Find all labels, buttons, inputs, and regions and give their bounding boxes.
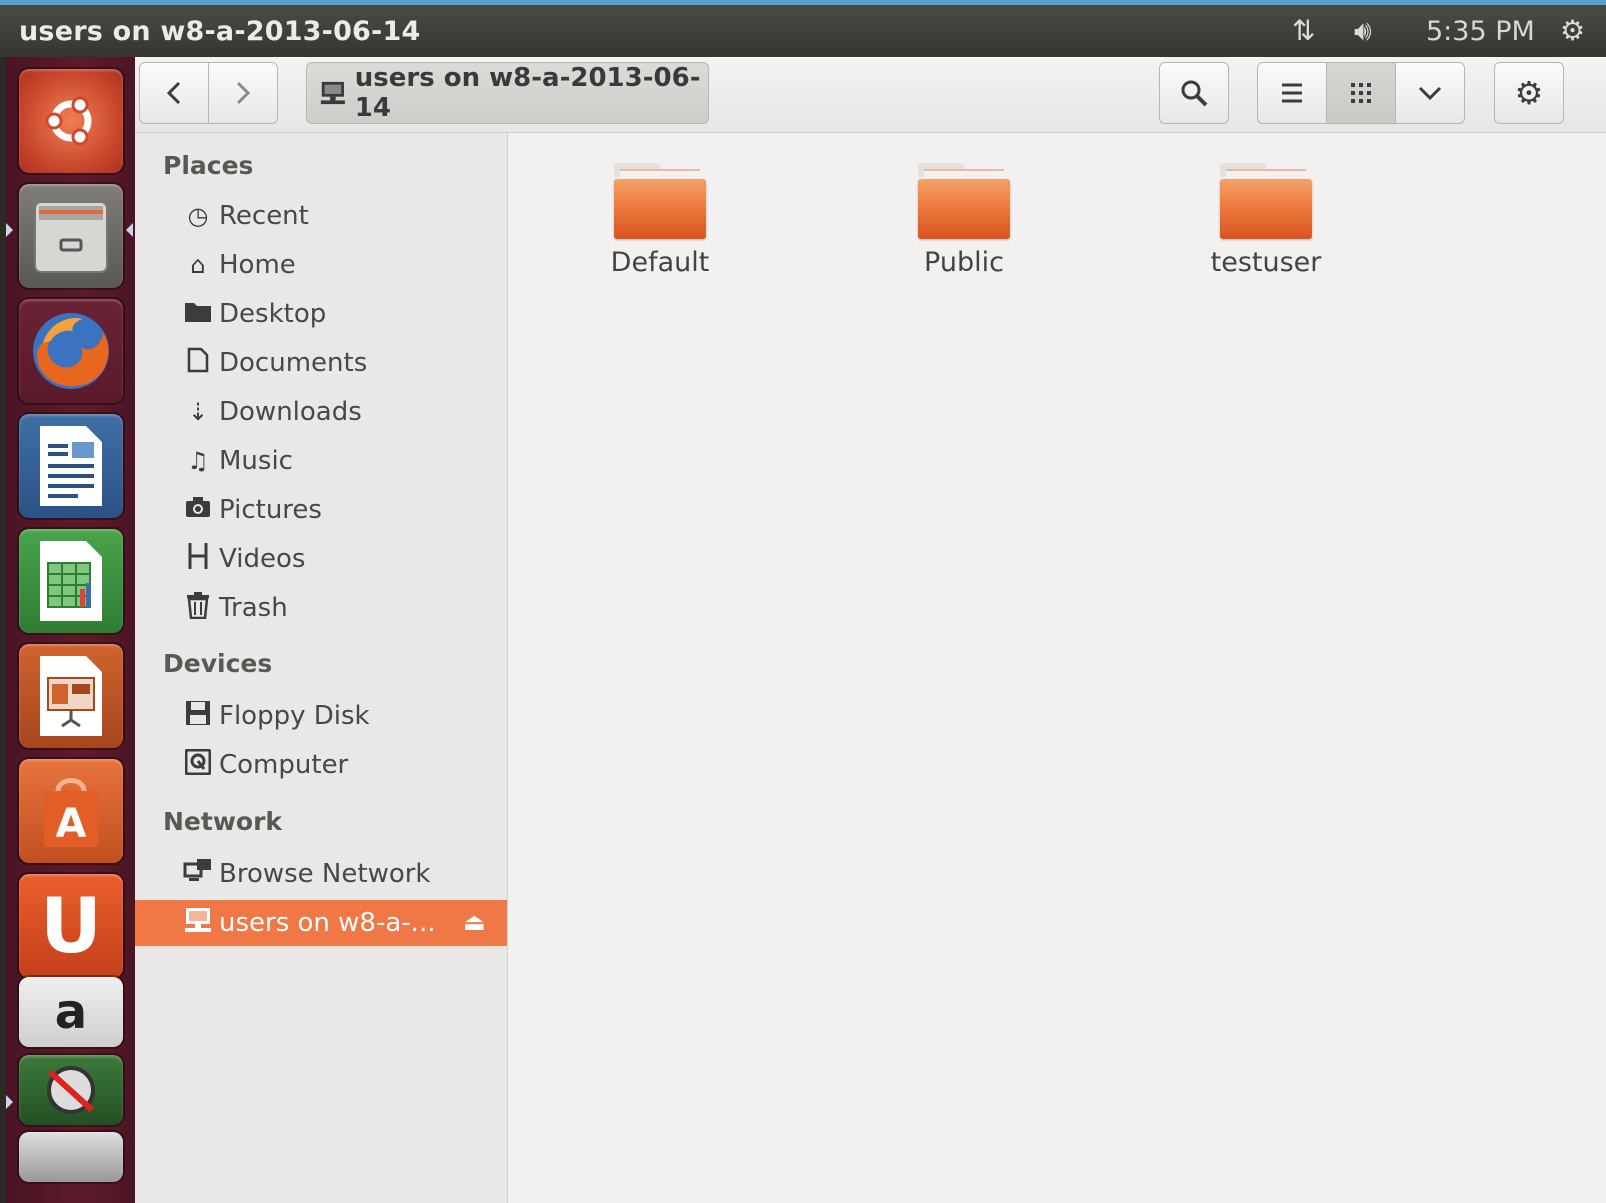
folder-label: Public (924, 247, 1004, 278)
folder-label: Default (610, 247, 710, 278)
places-header: Places (163, 151, 254, 180)
running-indicator (6, 1095, 13, 1109)
session-gear-icon[interactable]: ⚙ (1560, 14, 1585, 47)
sidebar-item-network-share[interactable]: users on w8-a-... ⏏ (135, 900, 507, 946)
network-icon (181, 858, 215, 890)
folder-icon (1220, 163, 1312, 239)
ubuntu-software-center-icon[interactable]: A (19, 759, 123, 863)
files-icon[interactable] (19, 184, 123, 288)
folder-icon (918, 163, 1010, 239)
grid-view-button[interactable] (1326, 62, 1396, 124)
view-options-button[interactable] (1395, 62, 1465, 124)
back-button[interactable] (139, 62, 209, 124)
download-icon: ⇣ (187, 398, 209, 426)
libreoffice-writer-icon[interactable] (19, 414, 123, 518)
harddisk-icon (181, 748, 215, 781)
focused-indicator (126, 223, 133, 237)
sidebar-item-documents[interactable]: Documents (135, 340, 507, 386)
sidebar-item-label: Trash (219, 593, 288, 623)
eject-icon[interactable]: ⏏ (463, 908, 486, 936)
window-title: users on w8-a-2013-06-14 (19, 16, 421, 47)
path-bar-button[interactable]: users on w8-a-2013-06-14 (306, 62, 709, 124)
chevron-right-icon (236, 81, 251, 105)
sidebar-item-trash[interactable]: Trash (135, 585, 507, 631)
forward-button[interactable] (208, 62, 278, 124)
libreoffice-impress-icon[interactable] (19, 644, 123, 748)
sidebar-item-computer[interactable]: Computer (135, 742, 507, 788)
sidebar-item-label: Music (219, 446, 293, 476)
grid-view-icon (1351, 83, 1371, 103)
sidebar-item-label: Desktop (219, 299, 327, 329)
folder-item[interactable]: testuser (1166, 163, 1366, 278)
sidebar-item-label: Computer (219, 750, 349, 780)
folder-icon (614, 163, 706, 239)
home-icon: ⌂ (190, 251, 206, 279)
launcher: A U a (0, 57, 135, 1203)
file-view: Default Public testuser (508, 133, 1606, 1203)
sidebar: Places ◷ Recent ⌂ Home Desktop Documents… (135, 133, 508, 1203)
sidebar-item-label: Documents (219, 348, 368, 378)
amazon-glyph: a (54, 984, 88, 1040)
network-share-icon (320, 81, 345, 105)
firefox-icon[interactable] (19, 299, 123, 403)
film-icon (181, 542, 215, 576)
software-glyph: A (56, 801, 87, 847)
list-view-icon (1282, 83, 1302, 103)
list-view-button[interactable] (1257, 62, 1327, 124)
chevron-left-icon (166, 81, 181, 105)
file-manager-window: users on w8-a-2013-06-14 ⚙ Places ◷ Rece… (135, 57, 1606, 1203)
folder-label: testuser (1210, 247, 1322, 278)
launcher-more-icon[interactable] (19, 1132, 123, 1182)
floppy-icon (181, 700, 215, 732)
gear-icon: ⚙ (1514, 74, 1544, 112)
ubuntu-one-icon[interactable]: U (19, 874, 123, 978)
sidebar-item-desktop[interactable]: Desktop (135, 291, 507, 337)
folder-item[interactable]: Public (864, 163, 1064, 278)
libreoffice-calc-icon[interactable] (19, 529, 123, 633)
network-updown-icon[interactable]: ⇅ (1292, 14, 1315, 47)
sidebar-item-label: Videos (219, 544, 306, 574)
settings-button[interactable]: ⚙ (1494, 62, 1564, 124)
sidebar-item-browse-network[interactable]: Browse Network (135, 851, 507, 897)
top-panel: users on w8-a-2013-06-14 ⇅ 🔊︎ 5:35 PM ⚙ (0, 0, 1606, 57)
volume-icon[interactable]: 🔊︎ (1354, 14, 1372, 48)
sidebar-item-music[interactable]: ♫ Music (135, 438, 507, 484)
network-share-icon (181, 906, 215, 940)
document-icon (181, 347, 215, 379)
sidebar-item-recent[interactable]: ◷ Recent (135, 193, 507, 239)
sidebar-item-label: Recent (219, 201, 309, 231)
camera-icon (181, 496, 215, 524)
ubuntu-one-glyph: U (40, 881, 102, 970)
chevron-down-icon (1418, 86, 1442, 101)
folder-icon (181, 299, 215, 329)
running-indicator (6, 223, 13, 237)
search-button[interactable] (1159, 62, 1229, 124)
network-header: Network (163, 807, 283, 836)
sidebar-item-videos[interactable]: Videos (135, 536, 507, 582)
sidebar-item-label: Floppy Disk (219, 701, 370, 731)
amazon-icon[interactable]: a (19, 977, 123, 1047)
search-icon (1181, 80, 1208, 107)
app-stack-icon[interactable] (19, 1055, 123, 1125)
sidebar-item-label: Pictures (219, 495, 322, 525)
sidebar-item-downloads[interactable]: ⇣ Downloads (135, 389, 507, 435)
clock-icon: ◷ (187, 202, 209, 230)
dash-home-icon[interactable] (19, 69, 123, 173)
sidebar-item-label: users on w8-a-... (219, 908, 436, 938)
sidebar-item-home[interactable]: ⌂ Home (135, 242, 507, 288)
music-icon: ♫ (187, 447, 209, 475)
folder-item[interactable]: Default (560, 163, 760, 278)
toolbar: users on w8-a-2013-06-14 ⚙ (135, 57, 1606, 133)
devices-header: Devices (163, 649, 273, 678)
sidebar-item-label: Home (219, 250, 296, 280)
sidebar-item-label: Browse Network (219, 859, 431, 889)
path-label: users on w8-a-2013-06-14 (354, 63, 701, 123)
sidebar-item-floppy-disk[interactable]: Floppy Disk (135, 693, 507, 739)
clock-indicator[interactable]: 5:35 PM (1426, 16, 1535, 47)
trash-icon (181, 591, 215, 625)
sidebar-item-label: Downloads (219, 397, 362, 427)
sidebar-item-pictures[interactable]: Pictures (135, 487, 507, 533)
